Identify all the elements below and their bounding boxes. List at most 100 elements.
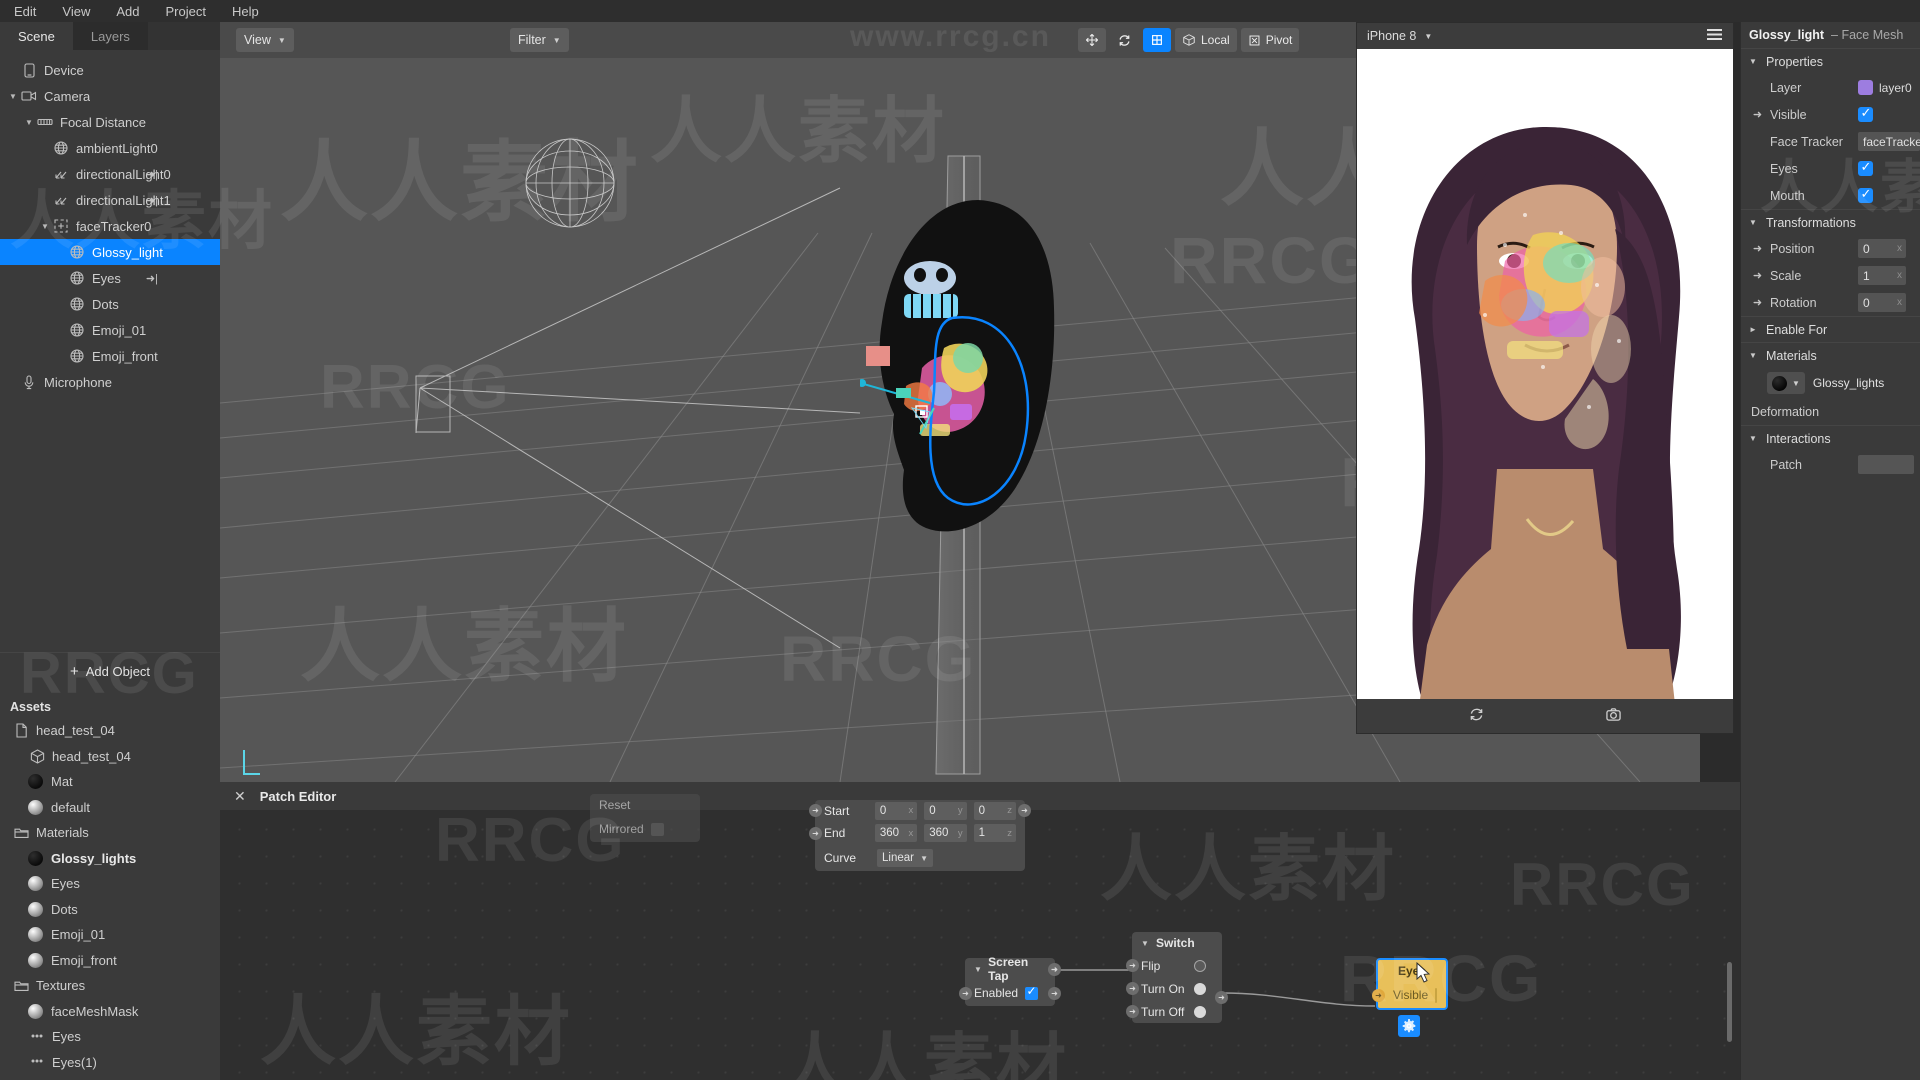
pivot-mode-button[interactable]: Pivot (1240, 28, 1300, 52)
output-port[interactable]: ➜ (1048, 963, 1061, 976)
enabled-checkbox[interactable] (1025, 984, 1039, 1000)
asset-item-default[interactable]: default (0, 795, 220, 821)
device-dropdown[interactable]: iPhone 8 ▼ (1367, 29, 1432, 43)
menu-item-project[interactable]: Project (166, 4, 206, 19)
scene-tree-item-label: Emoji_01 (92, 322, 147, 338)
asset-item-emoji-front[interactable]: Emoji_front (0, 948, 220, 974)
left-panel: Scene Layers Device ▼ Camera ▼ Focal Distanc… (0, 22, 220, 1080)
input-port[interactable]: ➜ (959, 986, 972, 1000)
patch-pin-icon[interactable]: ➜ (1751, 269, 1764, 282)
menu-item-view[interactable]: View (62, 4, 90, 19)
patch-field[interactable] (1858, 455, 1914, 474)
asset-item-label: Glossy_lights (51, 850, 137, 866)
scene-tree-item-microphone[interactable]: Microphone (0, 369, 220, 395)
scene-tree-item-emoji-01[interactable]: Emoji_01 (0, 317, 220, 343)
input-port[interactable]: ➜ (1126, 1005, 1139, 1018)
close-icon[interactable]: ✕ (234, 788, 246, 805)
rotate-tool-button[interactable] (1110, 28, 1139, 52)
record-icon[interactable] (1605, 707, 1622, 725)
section-enable-for[interactable]: ► Enable For (1741, 316, 1920, 342)
scene-tree-item-device[interactable]: Device (0, 57, 220, 83)
patch-editor-canvas[interactable]: ➜ Start 0 x 0 y 0 z ➜ ➜ End 360 x 360 y … (220, 794, 1740, 1080)
scene-tree-item-directionallight1[interactable]: directionalLight1 ➜| (0, 187, 220, 213)
asset-item-head-test-04[interactable]: head_test_04 (0, 718, 220, 744)
material-sphere-light-icon (28, 876, 43, 892)
scale-tool-button[interactable] (1143, 28, 1171, 52)
scene-tree-item-ambientlight0[interactable]: ambientLight0 (0, 135, 220, 161)
scale-x-field[interactable]: 1 x (1858, 266, 1906, 285)
patch-link-icon[interactable]: ➜| (146, 272, 158, 285)
deformation-row[interactable]: Deformation (1741, 398, 1920, 425)
rotation-x-field[interactable]: 0 x (1858, 293, 1906, 312)
patch-editor-scrollbar[interactable] (1727, 962, 1732, 1042)
asset-item-facemeshmask[interactable]: faceMeshMask (0, 999, 220, 1025)
asset-item-eyes-1-[interactable]: Eyes(1) (0, 1050, 220, 1076)
add-object-button[interactable]: + Add Object (0, 652, 220, 690)
mouth-checkbox[interactable] (1858, 186, 1873, 203)
switch-node[interactable]: ▼ Switch ➜ Flip ➜ Turn On ➜ ➜ Turn Off (1126, 932, 1228, 1023)
scene-tree-item-label: Microphone (44, 374, 112, 390)
scene-tree-item-eyes[interactable]: Eyes ➜| (0, 265, 220, 291)
visible-checkbox[interactable] (1858, 105, 1873, 122)
tab-scene[interactable]: Scene (0, 22, 73, 50)
disclosure-triangle-icon[interactable]: ▼ (22, 118, 36, 127)
asset-item-dots[interactable]: Dots (0, 897, 220, 923)
scene-tree-item-facetracker0[interactable]: ▼ faceTracker0 (0, 213, 220, 239)
turn-on-pulse-indicator[interactable] (1194, 982, 1206, 995)
hamburger-icon[interactable] (1706, 28, 1723, 44)
menu-item-add[interactable]: Add (116, 4, 139, 19)
section-transformations[interactable]: ▼ Transformations (1741, 209, 1920, 235)
face-tracker-field[interactable]: faceTracker0 (1858, 132, 1920, 151)
input-port[interactable]: ➜ (1126, 959, 1139, 972)
disclosure-triangle-icon[interactable]: ▼ (6, 92, 20, 101)
view-dropdown[interactable]: View ▼ (236, 28, 294, 52)
preview-canvas[interactable] (1357, 49, 1733, 723)
scene-tree-item-camera[interactable]: ▼ Camera (0, 83, 220, 109)
patch-pin-icon[interactable]: ➜ (1751, 108, 1764, 121)
scene-tree-item-emoji-front[interactable]: Emoji_front (0, 343, 220, 369)
flip-pulse-indicator[interactable] (1194, 959, 1206, 972)
filter-dropdown[interactable]: Filter ▼ (510, 28, 569, 52)
section-materials[interactable]: ▼ Materials (1741, 342, 1920, 368)
patch-link-icon[interactable]: ➜| (146, 194, 158, 207)
input-port[interactable]: ➜ (1126, 982, 1139, 995)
scene-tree-item-directionallight0[interactable]: directionalLight0 ➜| (0, 161, 220, 187)
local-space-button[interactable]: Local (1175, 28, 1237, 52)
visible-bool-box[interactable] (1435, 987, 1437, 1003)
layer-color-swatch[interactable] (1858, 80, 1873, 95)
output-port[interactable]: ➜ (1048, 986, 1061, 1000)
screen-tap-node[interactable]: ▼ Screen Tap ➜ ➜ Enabled ➜ (959, 955, 1061, 1006)
turn-off-pulse-indicator[interactable] (1194, 1005, 1206, 1018)
asset-item-eyes[interactable]: Eyes (0, 1024, 220, 1050)
mouse-cursor (1416, 962, 1431, 983)
patch-pin-icon[interactable]: ➜ (1751, 296, 1764, 309)
disclosure-triangle-icon[interactable]: ▼ (38, 222, 52, 231)
position-x-field[interactable]: 0 x (1858, 239, 1906, 258)
scene-tree-item-dots[interactable]: Dots (0, 291, 220, 317)
gear-icon[interactable] (1398, 1015, 1420, 1037)
input-port[interactable]: ➜ (1372, 988, 1385, 1002)
asset-item-textures[interactable]: Textures (0, 973, 220, 999)
menu-item-help[interactable]: Help (232, 4, 259, 19)
move-tool-button[interactable] (1078, 28, 1106, 52)
section-properties[interactable]: ▼ Properties (1741, 48, 1920, 74)
asset-item-glossy-lights[interactable]: Glossy_lights (0, 846, 220, 872)
property-label: Mouth (1770, 188, 1805, 203)
asset-item-emoji-01[interactable]: Emoji_01 (0, 922, 220, 948)
menu-item-edit[interactable]: Edit (14, 4, 36, 19)
asset-item-head-test-04[interactable]: head_test_04 (0, 744, 220, 770)
scene-tree-item-focal-distance[interactable]: ▼ Focal Distance (0, 109, 220, 135)
section-interactions[interactable]: ▼ Interactions (1741, 425, 1920, 451)
asset-item-eyes[interactable]: Eyes (0, 871, 220, 897)
scene-tree-item-glossy-light[interactable]: Glossy_light (0, 239, 220, 265)
face-mesh-3d[interactable] (858, 198, 1075, 538)
tab-layers[interactable]: Layers (72, 22, 148, 50)
asset-item-materials[interactable]: Materials (0, 820, 220, 846)
material-picker[interactable]: ▼ (1767, 372, 1805, 394)
rotate-device-icon[interactable] (1468, 707, 1485, 725)
asset-item-mat[interactable]: Mat (0, 769, 220, 795)
patch-link-icon[interactable]: ➜| (146, 168, 158, 181)
eyes-node[interactable]: Eyes ➜ Visible (1372, 958, 1448, 1010)
eyes-checkbox[interactable] (1858, 159, 1873, 176)
patch-pin-icon[interactable]: ➜ (1751, 242, 1764, 255)
